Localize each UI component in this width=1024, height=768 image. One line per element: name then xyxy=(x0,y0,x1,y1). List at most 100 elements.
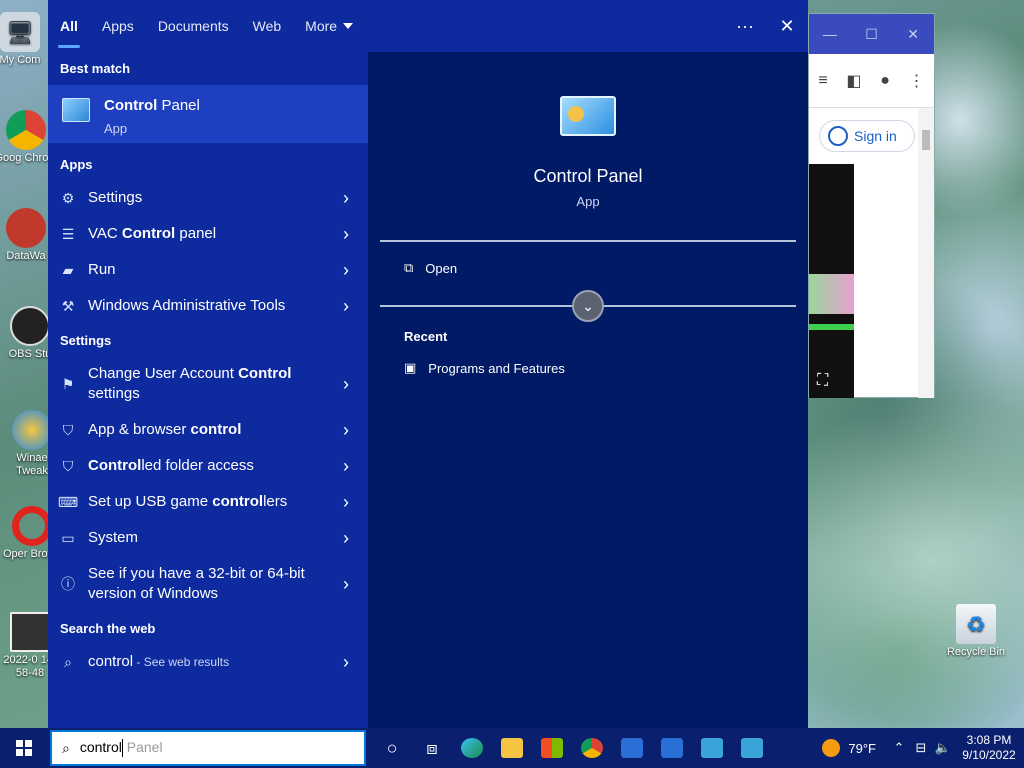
result-web-search[interactable]: ⌕ control - See web results › xyxy=(48,644,368,680)
detail-title: Control Panel xyxy=(533,166,643,186)
best-match-type: App xyxy=(104,121,128,136)
taskbar-pinned-apps: ○ ⧈ xyxy=(372,728,772,768)
result-32-or-64-bit[interactable]: ⓘ See if you have a 32-bit or 64-bit ver… xyxy=(48,560,368,608)
task-view-icon[interactable]: ⧈ xyxy=(412,728,452,768)
close-button[interactable]: ✕ xyxy=(766,16,808,37)
tab-all[interactable]: All xyxy=(48,0,90,52)
chevron-right-icon[interactable]: › xyxy=(324,224,368,245)
result-usb-game-controllers[interactable]: ⌨ Set up USB game controllers › xyxy=(48,484,368,520)
tab-web[interactable]: Web xyxy=(241,0,294,52)
chevron-right-icon[interactable]: › xyxy=(324,374,368,395)
expand-chevron-icon[interactable]: ⌄ xyxy=(572,290,604,322)
scrollbar-thumb[interactable] xyxy=(922,130,930,150)
run-icon: ▰ xyxy=(62,261,74,278)
recent-programs-and-features[interactable]: ▣ Programs and Features xyxy=(404,360,565,376)
more-options-button[interactable]: ··· xyxy=(724,16,766,37)
browser-titlebar: — ☐ ✕ xyxy=(809,14,934,54)
tab-documents[interactable]: Documents xyxy=(146,0,241,52)
chevron-right-icon[interactable]: › xyxy=(324,260,368,281)
tab-more[interactable]: More xyxy=(293,0,365,52)
search-icon: ⌕ xyxy=(64,653,72,670)
volume-icon[interactable]: 🔈 xyxy=(932,740,954,756)
cortana-icon[interactable]: ○ xyxy=(372,728,412,768)
sign-in-button[interactable]: Sign in xyxy=(819,120,915,152)
edge-icon[interactable] xyxy=(452,728,492,768)
desktop-icon-my-computer[interactable]: 🖥 My Com xyxy=(0,12,52,67)
detail-pane: Control Panel App ⧉ Open ⌄ Recent ▣ Prog… xyxy=(368,52,808,728)
shield-icon: ⛉ xyxy=(62,421,74,438)
result-change-uac-settings[interactable]: ⚑ Change User Account Control settings › xyxy=(48,360,368,408)
powershell-icon[interactable] xyxy=(612,728,652,768)
admin-tools-icon: ⚒ xyxy=(61,297,75,314)
network-icon[interactable]: ⊟ xyxy=(910,740,932,756)
divider xyxy=(380,240,796,242)
search-web-header: Search the web xyxy=(60,621,156,636)
open-action[interactable]: ⧉ Open xyxy=(404,260,457,276)
minimize-icon[interactable]: — xyxy=(809,26,851,42)
results-list: Best match Control Panel App Apps ⚙ Sett… xyxy=(48,52,368,728)
best-match-control-panel[interactable]: Control Panel App xyxy=(48,85,368,143)
chevron-right-icon[interactable]: › xyxy=(324,492,368,513)
result-controlled-folder-access[interactable]: ⛉ Controlled folder access › xyxy=(48,448,368,484)
maximize-icon[interactable]: ☐ xyxy=(851,26,893,43)
powershell-icon[interactable] xyxy=(692,728,732,768)
video-thumbnail[interactable]: ⛶ xyxy=(809,164,854,398)
store-icon[interactable] xyxy=(532,728,572,768)
clock-time: 3:08 PM xyxy=(966,733,1012,747)
desktop-icon-label: Recycle Bin xyxy=(946,646,1006,658)
recycle-bin-icon: ♻ xyxy=(956,604,996,644)
weather-temp[interactable]: 79°F xyxy=(848,741,876,756)
taskbar-search-input[interactable]: ⌕ control Panel xyxy=(50,730,366,766)
playlist-icon[interactable]: ≡ xyxy=(818,72,827,90)
result-system[interactable]: ▭ System › xyxy=(48,520,368,556)
search-icon: ⌕ xyxy=(62,739,70,756)
result-label: Controlled folder access xyxy=(88,457,254,474)
result-label: VAC Control panel xyxy=(88,225,217,242)
search-panel-actions: ··· ✕ xyxy=(724,0,808,52)
file-explorer-icon[interactable] xyxy=(492,728,532,768)
result-windows-administrative-tools[interactable]: ⚒ Windows Administrative Tools › xyxy=(48,288,368,324)
info-icon: ⓘ xyxy=(61,576,75,592)
chevron-right-icon[interactable]: › xyxy=(324,188,368,209)
weather-icon[interactable] xyxy=(822,739,841,757)
computer-icon: 🖥 xyxy=(0,12,40,52)
profile-icon[interactable]: ● xyxy=(880,72,890,90)
result-label: App & browser control xyxy=(88,421,242,438)
powershell-icon[interactable] xyxy=(652,728,692,768)
browser-scrollbar[interactable] xyxy=(918,108,934,398)
result-app-browser-control[interactable]: ⛉ App & browser control › xyxy=(48,412,368,448)
tab-apps[interactable]: Apps xyxy=(90,0,146,52)
shield-icon: ⛉ xyxy=(62,457,74,474)
chevron-right-icon[interactable]: › xyxy=(324,528,368,549)
gear-icon: ⚙ xyxy=(61,189,75,206)
result-label: control - See web results xyxy=(88,653,230,670)
browser-window[interactable]: — ☐ ✕ ≡ ◧ ● ⋮ Sign in ⛶ xyxy=(808,13,935,398)
account-icon xyxy=(828,126,848,146)
result-label: Set up USB game controllers xyxy=(88,493,288,510)
clock[interactable]: 3:08 PM 9/10/2022 xyxy=(954,733,1024,763)
chevron-right-icon[interactable]: › xyxy=(324,456,368,477)
start-button[interactable] xyxy=(0,728,48,768)
chevron-up-icon[interactable]: ⌃ xyxy=(888,740,910,756)
video-frame xyxy=(809,274,854,314)
kebab-menu-icon[interactable]: ⋮ xyxy=(909,71,925,91)
close-icon[interactable]: ✕ xyxy=(892,26,934,43)
chrome-icon[interactable] xyxy=(572,728,612,768)
control-panel-icon xyxy=(62,98,90,122)
chevron-right-icon[interactable]: › xyxy=(324,296,368,317)
result-label: System xyxy=(88,529,139,546)
control-panel-icon xyxy=(560,96,616,136)
game-controller-icon: ⌨ xyxy=(57,493,79,510)
chevron-right-icon[interactable]: › xyxy=(324,652,368,673)
sidebar-icon[interactable]: ◧ xyxy=(846,71,861,91)
result-settings[interactable]: ⚙ Settings › xyxy=(48,180,368,216)
open-label: Open xyxy=(425,260,458,276)
flag-icon: ⚑ xyxy=(61,375,75,392)
powershell-icon[interactable] xyxy=(732,728,772,768)
chevron-right-icon[interactable]: › xyxy=(324,574,368,595)
desktop-icon-recycle-bin[interactable]: ♻ Recycle Bin xyxy=(940,604,1012,659)
result-run[interactable]: ▰ Run › xyxy=(48,252,368,288)
chevron-right-icon[interactable]: › xyxy=(324,420,368,441)
result-vac-control-panel[interactable]: ☰ VAC Control panel › xyxy=(48,216,368,252)
fullscreen-icon[interactable]: ⛶ xyxy=(817,372,828,390)
